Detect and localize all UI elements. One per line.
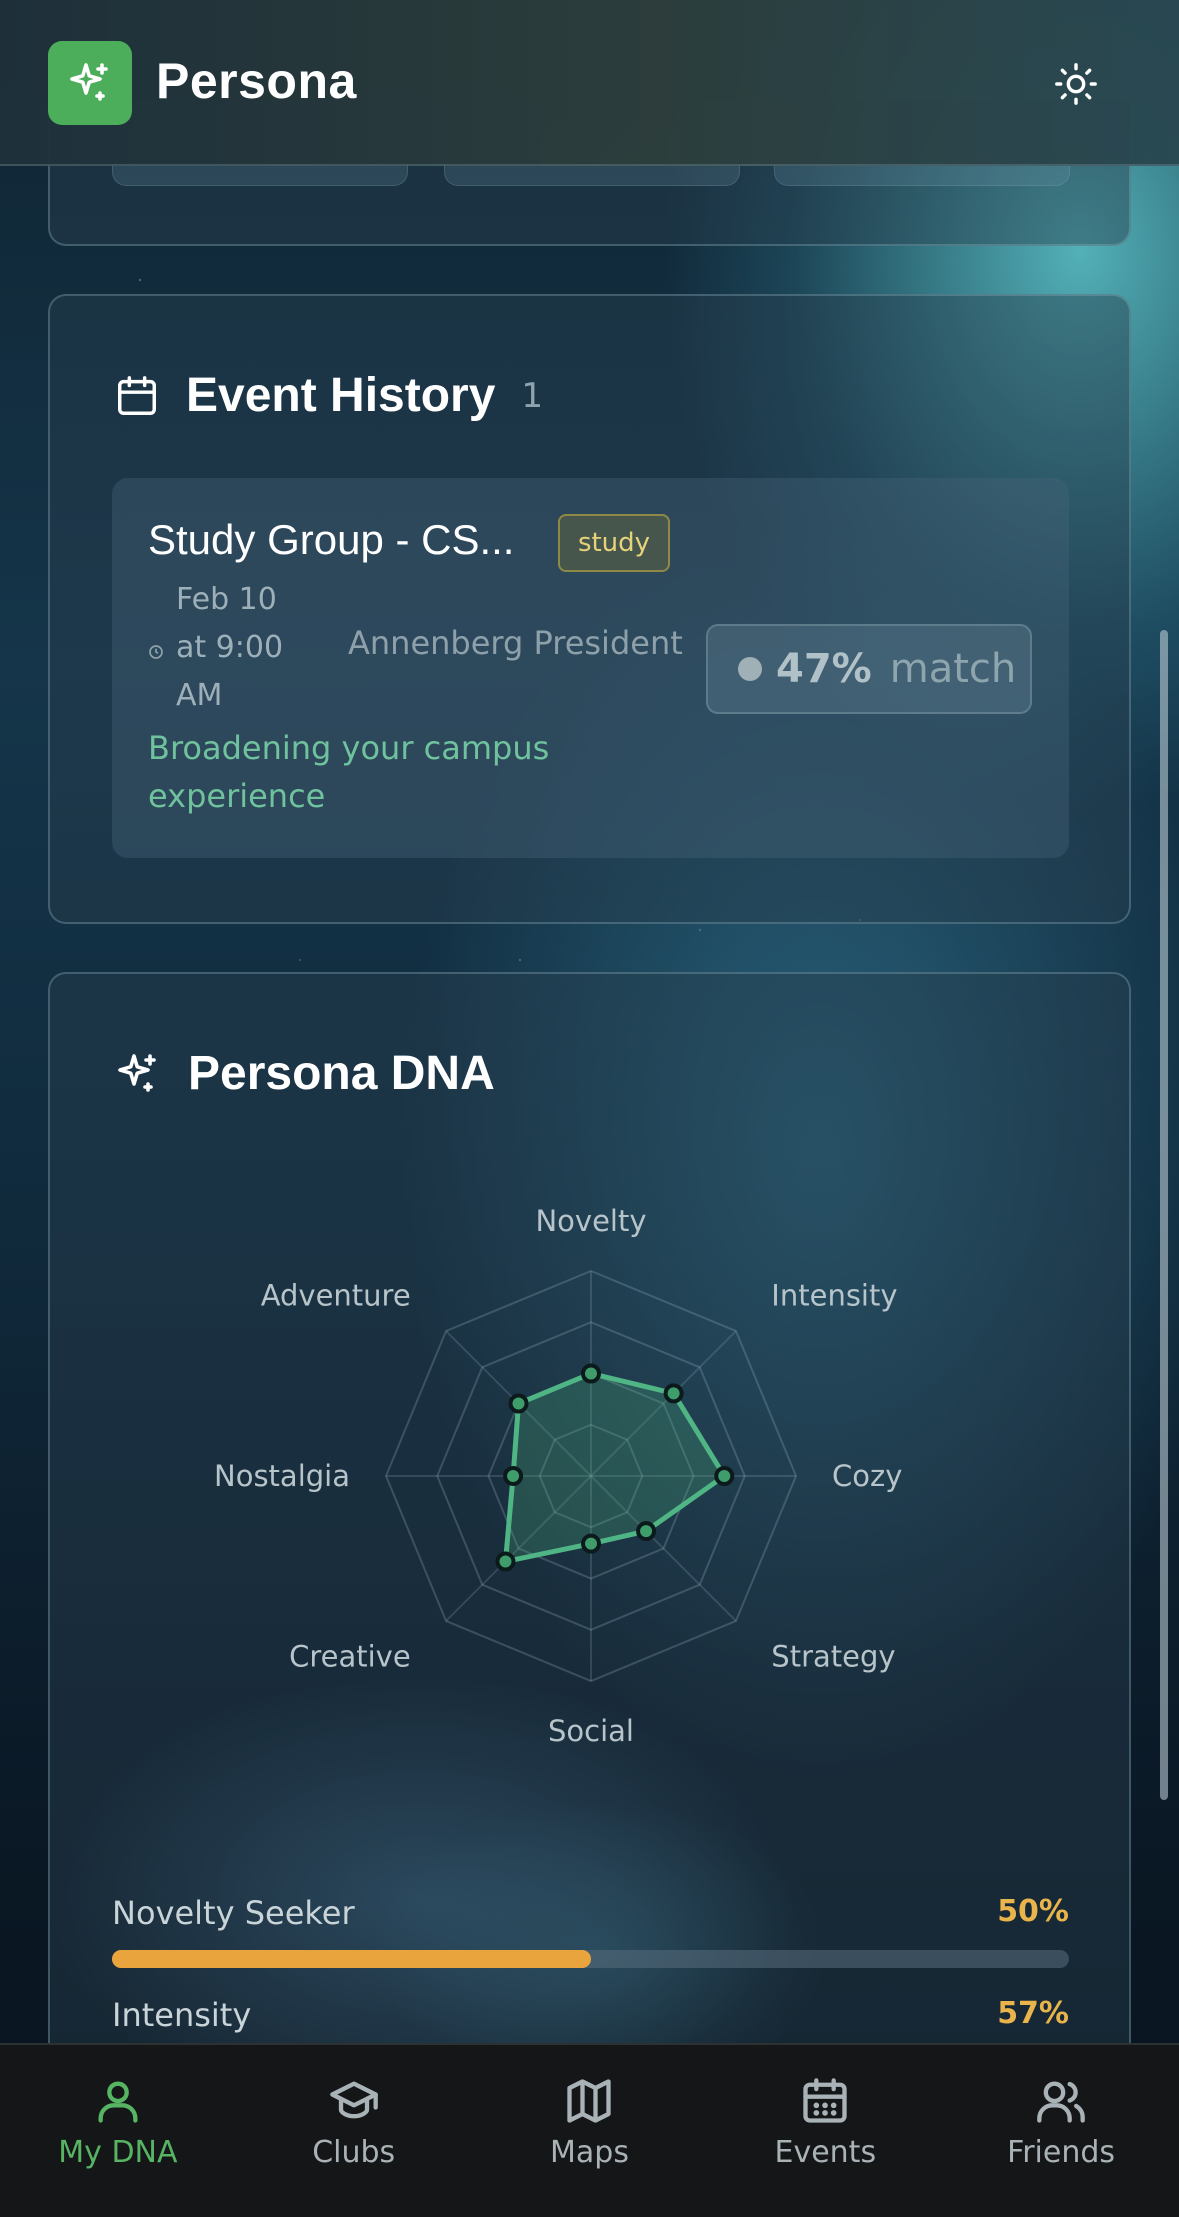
radar-axis-label: Novelty (535, 1204, 646, 1238)
radar-point (663, 1383, 684, 1404)
radar-axis-label: Cozy (832, 1459, 902, 1493)
radar-point (581, 1533, 601, 1554)
theme-toggle-button[interactable] (1050, 58, 1102, 110)
event-reason: Broadening your campus experience (148, 729, 550, 815)
radar-point (508, 1393, 529, 1414)
persona-radar-chart: Novelty Intensity Cozy Strategy Social Creati… (50, 1164, 1133, 1784)
nav-item-maps[interactable]: Maps (472, 2045, 708, 2217)
trait-progress-fill (112, 1950, 591, 1968)
radar-axis-label: Nostalgia (214, 1459, 350, 1493)
persona-dna-card: Persona DNA Novelty Intensity Cozy Strategy… (48, 972, 1131, 2092)
event-date-line: AM (176, 678, 223, 713)
nav-item-events[interactable]: Events (707, 2045, 943, 2217)
event-date-line: Feb 10 (176, 582, 277, 617)
event-history-card: Event History 1 Study Group - CS... stud… (48, 294, 1131, 924)
match-dot-icon (738, 657, 762, 681)
radar-point (503, 1466, 524, 1486)
event-date-line: at 9:00 (176, 630, 284, 665)
radar-point (636, 1521, 657, 1542)
radar-axis-label: Creative (289, 1639, 411, 1673)
app-title: Persona (156, 53, 357, 109)
scrollbar[interactable] (1160, 630, 1168, 1800)
radar-value-area (502, 1371, 727, 1565)
persona-dna-header: Persona DNA (114, 1046, 495, 1101)
event-title: Study Group - CS... (148, 516, 515, 563)
app-header: Persona (0, 0, 1179, 166)
users-icon (1037, 2081, 1085, 2123)
calendar-icon (803, 2078, 847, 2123)
sun-icon (1055, 63, 1097, 105)
sparkles-icon (70, 63, 108, 101)
nav-label: Clubs (312, 2135, 396, 2170)
match-badge: 47% match (706, 624, 1032, 714)
trait-percent: 50% (997, 1894, 1069, 1929)
radar-axis-label: Strategy (771, 1639, 895, 1673)
graduation-cap-icon (329, 2081, 378, 2119)
event-item[interactable]: Study Group - CS... study Feb 10 at 9:00… (112, 478, 1069, 858)
nav-label: Friends (1007, 2135, 1116, 2170)
event-date: Feb 10 at 9:00 AM (176, 576, 326, 720)
app-logo[interactable] (48, 41, 132, 125)
radar-axis-label: Social (548, 1714, 634, 1748)
pill-placeholder (112, 164, 408, 186)
sparkles-icon (118, 1053, 156, 1092)
pill-placeholder (444, 164, 740, 186)
event-count: 1 (521, 375, 544, 416)
event-tag: study (558, 514, 670, 572)
nav-label: My DNA (58, 2135, 178, 2170)
event-history-header: Event History 1 (114, 368, 543, 423)
radar-axis-label: Intensity (771, 1279, 897, 1313)
clock-icon (149, 645, 163, 659)
pill-placeholder (774, 164, 1070, 186)
nav-item-friends[interactable]: Friends (943, 2045, 1179, 2217)
match-label: match (889, 646, 1017, 692)
radar-axis-label: Adventure (261, 1279, 411, 1313)
nav-label: Events (774, 2135, 877, 2170)
radar-point (581, 1363, 601, 1384)
trait-progress-bar (112, 1950, 1069, 1968)
user-icon (98, 2081, 138, 2123)
trait-name: Intensity (112, 1996, 252, 2034)
trait-row: Novelty Seeker 50% (112, 1894, 1069, 1974)
map-icon (567, 2079, 612, 2123)
calendar-icon (118, 375, 156, 415)
section-title: Persona DNA (188, 1047, 495, 1100)
trait-percent: 57% (997, 1996, 1069, 2031)
nav-item-my-dna[interactable]: My DNA (0, 2045, 236, 2217)
nav-item-clubs[interactable]: Clubs (236, 2045, 472, 2217)
bottom-nav: My DNA Clubs Maps Events Friends (0, 2043, 1179, 2217)
match-percent: 47% (776, 646, 872, 692)
radar-point (714, 1466, 735, 1486)
trait-name: Novelty Seeker (112, 1894, 355, 1932)
nav-label: Maps (550, 2135, 629, 2170)
radar-point (495, 1551, 516, 1572)
section-title: Event History (186, 369, 496, 422)
event-location: Annenberg President (348, 624, 683, 662)
